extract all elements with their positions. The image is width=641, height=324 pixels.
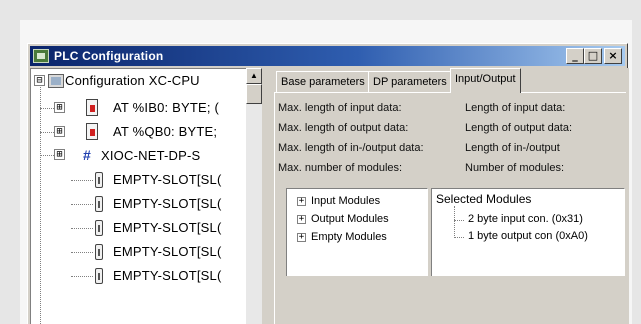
network-module-icon: # (83, 147, 91, 163)
root-collapse-icon[interactable]: ⊟ (34, 75, 45, 86)
selected-modules-header: Selected Modules (436, 192, 532, 206)
close-button[interactable]: × (604, 48, 622, 64)
tree-root-label[interactable]: Configuration XC-CPU (65, 73, 200, 88)
expand-icon[interactable]: + (297, 196, 306, 206)
scroll-thumb[interactable] (246, 84, 262, 104)
slot-icon (95, 172, 103, 188)
modules-count-label: Number of modules: (465, 162, 565, 174)
tree-branch-line (71, 180, 93, 181)
tree-branch-line (454, 220, 464, 221)
tree-branch-line (71, 228, 93, 229)
empty-modules-label: Empty Modules (311, 231, 387, 243)
configuration-icon (48, 74, 64, 88)
outer-panel: PLC Configuration _ □ × ⊟ Configuration … (20, 20, 632, 324)
tree-node-label[interactable]: EMPTY-SLOT[SL( (113, 196, 222, 211)
tree-branch-line (71, 276, 93, 277)
list-item[interactable]: + Empty Modules (297, 231, 387, 243)
tree-node-label[interactable]: EMPTY-SLOT[SL( (113, 220, 222, 235)
window-title: PLC Configuration (54, 49, 164, 63)
tree-branch-line (71, 252, 93, 253)
tree-scrollbar[interactable]: ▲ (246, 68, 262, 324)
list-item[interactable]: + Output Modules (297, 213, 389, 225)
output-length-label: Length of output data: (465, 122, 573, 134)
tree-branch-line (454, 237, 464, 238)
tree-connector-line (40, 87, 41, 324)
selected-modules-list[interactable]: Selected Modules 2 byte input con. (0x31… (431, 188, 625, 276)
output-modules-label: Output Modules (311, 213, 389, 225)
tab-base-parameters[interactable]: Base parameters (276, 71, 370, 93)
max-output-length-label: Max. length of output data: (278, 122, 409, 134)
max-inout-length-label: Max. length of in-/output data: (278, 142, 424, 154)
tab-content-frame: Max. length of input data: Max. length o… (274, 92, 626, 324)
output-module-icon (86, 123, 98, 140)
max-modules-label: Max. number of modules: (278, 162, 403, 174)
node-expand-icon[interactable]: ⊞ (54, 126, 65, 137)
scroll-up-arrow-icon[interactable]: ▲ (246, 68, 262, 84)
slot-icon (95, 268, 103, 284)
tree-node-label[interactable]: XIOC-NET-DP-S (101, 148, 200, 163)
tab-input-output[interactable]: Input/Output (450, 68, 521, 93)
tab-dp-parameters[interactable]: DP parameters (368, 71, 452, 93)
expand-icon[interactable]: + (297, 214, 306, 224)
max-input-length-label: Max. length of input data: (278, 102, 402, 114)
node-expand-icon[interactable]: ⊞ (54, 102, 65, 113)
input-modules-label: Input Modules (311, 195, 381, 207)
configuration-tree[interactable]: ⊟ Configuration XC-CPU ⊞ AT %IB0: BYTE; … (30, 68, 262, 324)
plc-configuration-window: PLC Configuration _ □ × ⊟ Configuration … (27, 43, 629, 324)
list-item[interactable]: + Input Modules (297, 195, 380, 207)
input-module-icon (86, 99, 98, 116)
tree-node-label[interactable]: AT %IB0: BYTE; ( (113, 100, 219, 115)
window-controls: _ □ × (566, 48, 622, 64)
tree-node-label[interactable]: AT %QB0: BYTE; (113, 124, 217, 139)
minimize-button[interactable]: _ (566, 48, 584, 64)
list-item[interactable]: 1 byte output con (0xA0) (468, 230, 588, 242)
available-modules-list[interactable]: + Input Modules + Output Modules + Empty… (286, 188, 428, 276)
node-expand-icon[interactable]: ⊞ (54, 149, 65, 160)
slot-icon (95, 244, 103, 260)
properties-pane: Base parameters DP parameters Input/Outp… (268, 68, 629, 324)
slot-icon (95, 196, 103, 212)
input-length-label: Length of input data: (465, 102, 566, 114)
tree-node-label[interactable]: EMPTY-SLOT[SL( (113, 244, 222, 259)
app-icon (33, 49, 49, 63)
tree-connector-line (454, 206, 455, 238)
inout-length-label: Length of in-/output (465, 142, 560, 154)
title-bar[interactable]: PLC Configuration _ □ × (30, 46, 625, 66)
tree-branch-line (71, 204, 93, 205)
expand-icon[interactable]: + (297, 232, 306, 242)
list-item[interactable]: 2 byte input con. (0x31) (468, 213, 583, 225)
maximize-button[interactable]: □ (584, 48, 602, 64)
slot-icon (95, 220, 103, 236)
tree-node-label[interactable]: EMPTY-SLOT[SL( (113, 172, 222, 187)
tree-node-label[interactable]: EMPTY-SLOT[SL( (113, 268, 222, 283)
